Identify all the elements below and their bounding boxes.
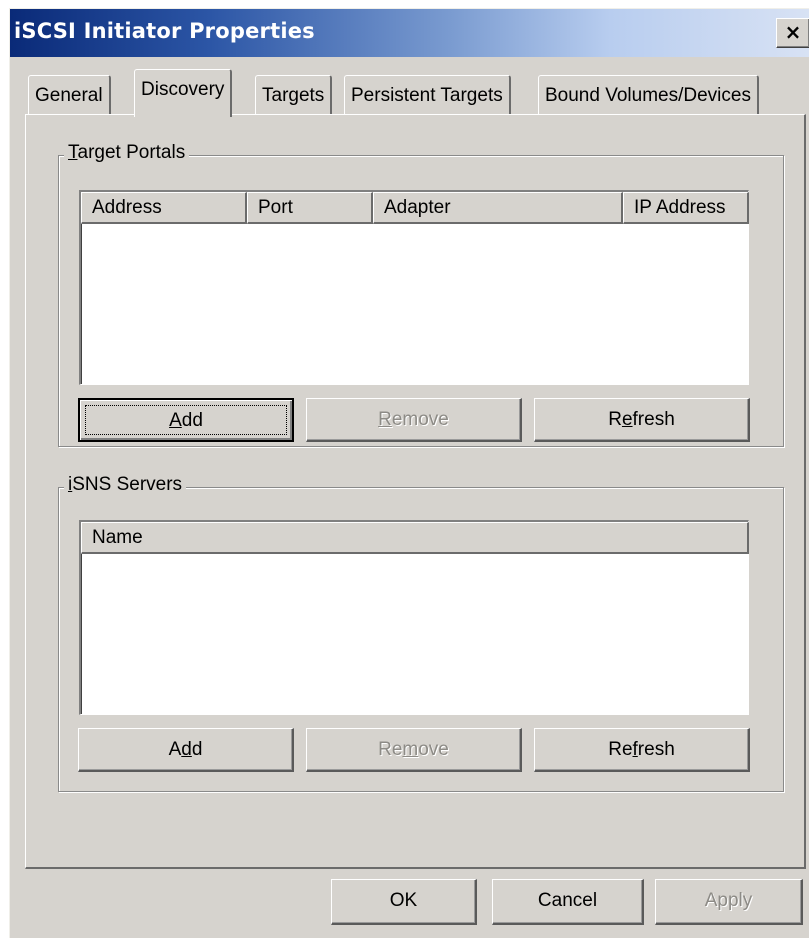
isns-add-button[interactable]: Add bbox=[78, 728, 294, 772]
isns-refresh-button[interactable]: Refresh bbox=[534, 728, 750, 772]
target-portals-group-title: Target Portals bbox=[64, 142, 190, 164]
discovery-tab-panel: Target Portals Address Port Adapter IP A… bbox=[25, 114, 806, 869]
tab-label: Persistent Targets bbox=[351, 85, 503, 106]
isns-remove-button[interactable]: Remove bbox=[306, 728, 522, 772]
cancel-button[interactable]: Cancel bbox=[492, 879, 644, 925]
column-header-ip-address[interactable]: IP Address bbox=[623, 192, 749, 224]
ok-button[interactable]: OK bbox=[331, 879, 477, 925]
isns-servers-group-title: iSNS Servers bbox=[64, 474, 187, 496]
tab-discovery[interactable]: Discovery bbox=[134, 69, 233, 117]
title-bar[interactable]: iSCSI Initiator Properties × bbox=[10, 9, 809, 57]
focus-rectangle bbox=[85, 405, 287, 435]
tab-bound-volumes-devices[interactable]: Bound Volumes/Devices bbox=[538, 75, 759, 115]
apply-button[interactable]: Apply bbox=[655, 879, 803, 925]
iscsi-initiator-properties-dialog: iSCSI Initiator Properties × General Dis… bbox=[9, 8, 809, 938]
tab-label: General bbox=[35, 85, 103, 106]
tab-general[interactable]: General bbox=[28, 75, 111, 115]
close-icon: × bbox=[784, 20, 802, 44]
tab-targets[interactable]: Targets bbox=[255, 75, 333, 115]
close-button[interactable]: × bbox=[776, 18, 809, 48]
tab-label: Discovery bbox=[141, 79, 225, 100]
tab-persistent-targets[interactable]: Persistent Targets bbox=[344, 75, 511, 115]
target-portals-add-button[interactable]: Add bbox=[78, 398, 294, 442]
column-header-name[interactable]: Name bbox=[81, 522, 749, 554]
column-header-port[interactable]: Port bbox=[247, 192, 373, 224]
isns-servers-list[interactable]: Name bbox=[79, 520, 749, 715]
window-title: iSCSI Initiator Properties bbox=[14, 19, 315, 43]
tab-label: Bound Volumes/Devices bbox=[545, 85, 751, 106]
target-portals-refresh-button[interactable]: Refresh bbox=[534, 398, 750, 442]
target-portals-list[interactable]: Address Port Adapter IP Address bbox=[79, 190, 749, 385]
tab-label: Targets bbox=[262, 85, 325, 106]
column-header-adapter[interactable]: Adapter bbox=[373, 192, 623, 224]
column-header-address[interactable]: Address bbox=[81, 192, 247, 224]
target-portals-remove-button[interactable]: Remove bbox=[306, 398, 522, 442]
